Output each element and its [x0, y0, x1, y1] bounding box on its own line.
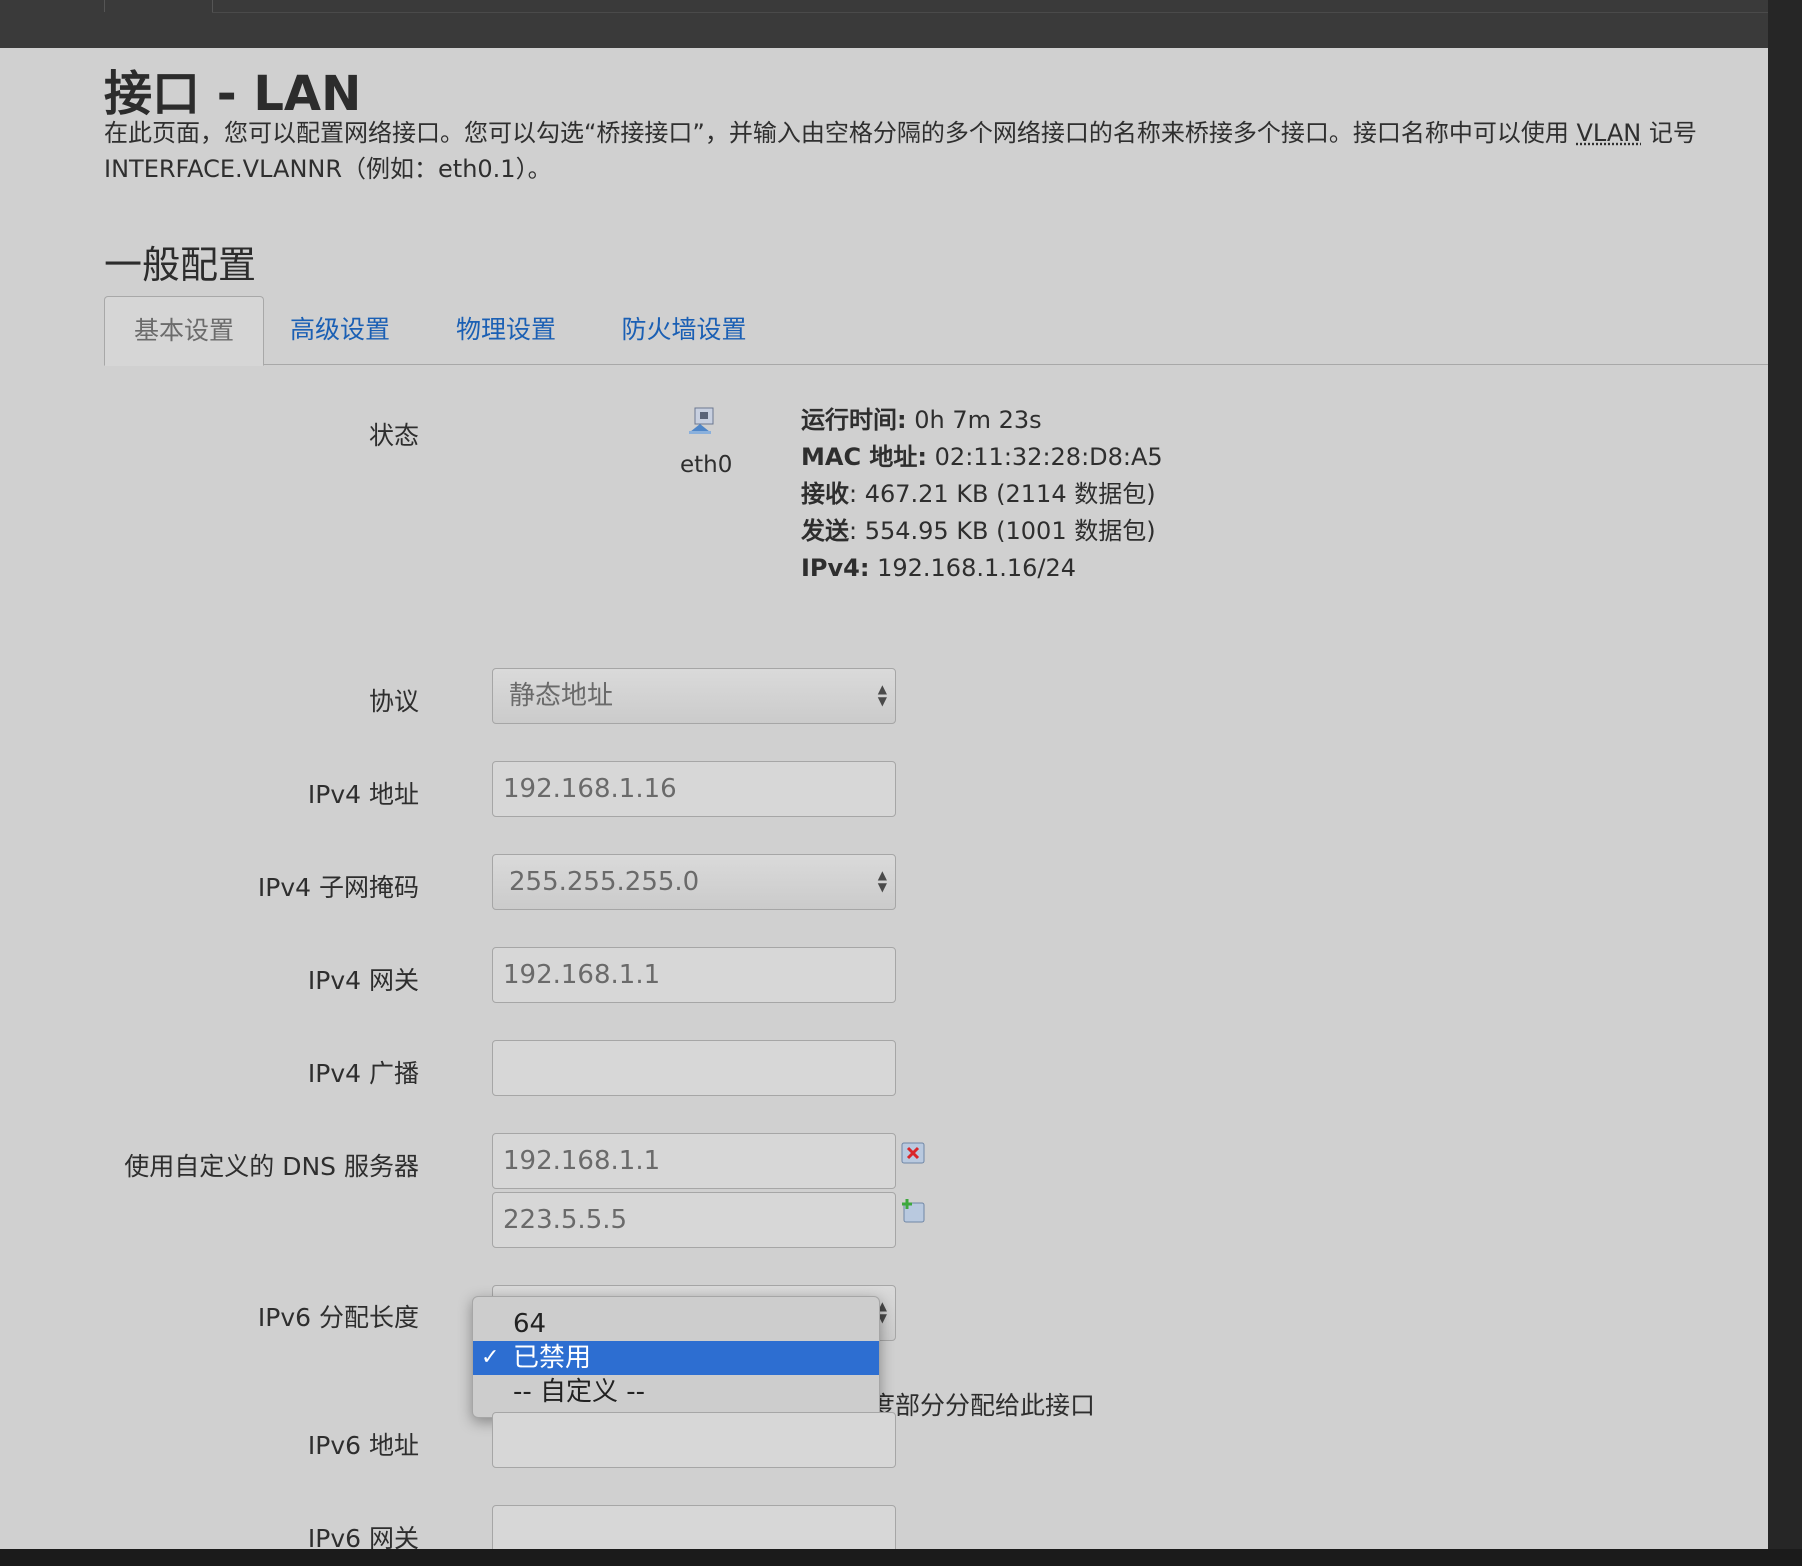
window-edge-shadow	[1768, 0, 1802, 1566]
status-label: 状态	[368, 421, 419, 450]
select-arrows-icon: ▲ ▼	[877, 868, 887, 894]
add-dns-icon[interactable]	[900, 1198, 926, 1224]
ipv6-address-label: IPv6 地址	[307, 1431, 419, 1460]
uptime-value: 0h 7m 23s	[906, 406, 1042, 434]
ipv4-address-input[interactable]: 192.168.1.16	[492, 761, 896, 817]
dropdown-option-64[interactable]: 64	[473, 1307, 879, 1341]
interface-config-page: 接口 - LAN 在此页面，您可以配置网络接口。您可以勾选“桥接接口”，并输入由…	[0, 48, 1768, 1549]
option-label: -- 自定义 --	[513, 1377, 646, 1407]
tx-value: : 554.95 KB (1001 数据包)	[849, 517, 1156, 545]
tab-advanced-settings[interactable]: 高级设置	[270, 296, 410, 364]
page-description: 在此页面，您可以配置网络接口。您可以勾选“桥接接口”，并输入由空格分隔的多个网络…	[104, 115, 1768, 187]
ipv4-status-label: IPv4:	[801, 554, 870, 582]
ipv6-assign-hint: 度部分分配给此接口	[870, 1391, 1096, 1420]
option-label: 64	[513, 1309, 547, 1339]
top-bar-line	[212, 12, 1768, 13]
ipv6-assign-dropdown: 64 ✓ 已禁用 -- 自定义 --	[472, 1296, 880, 1418]
option-label: 已禁用	[513, 1343, 592, 1373]
tx-label: 发送	[801, 517, 849, 545]
rx-label: 接收	[801, 480, 849, 508]
ipv4-netmask-select[interactable]: 255.255.255.0 ▲ ▼	[492, 854, 896, 910]
remove-dns-icon[interactable]	[900, 1140, 926, 1166]
ipv4-gateway-label: IPv4 网关	[307, 966, 419, 995]
interface-name: eth0	[680, 452, 733, 478]
dropdown-option-disabled[interactable]: ✓ 已禁用	[473, 1341, 879, 1375]
tab-basic-settings[interactable]: 基本设置	[104, 296, 264, 366]
ipv6-gateway-input[interactable]	[492, 1505, 896, 1549]
tab-physical-settings[interactable]: 物理设置	[436, 296, 576, 364]
dns-label: 使用自定义的 DNS 服务器	[124, 1152, 419, 1181]
ipv4-address-label: IPv4 地址	[307, 780, 419, 809]
tab-firewall-settings[interactable]: 防火墙设置	[602, 296, 766, 364]
select-arrows-icon: ▲ ▼	[877, 682, 887, 708]
protocol-select[interactable]: 静态地址 ▲ ▼	[492, 668, 896, 724]
ipv6-address-input[interactable]	[492, 1412, 896, 1468]
mac-row: MAC 地址: 02:11:32:28:D8:A5	[801, 439, 1163, 476]
ipv4-netmask-label: IPv4 子网掩码	[257, 873, 419, 902]
section-title: 一般配置	[104, 243, 257, 287]
rx-value: : 467.21 KB (2114 数据包)	[849, 480, 1156, 508]
vlan-abbr: VLAN	[1576, 119, 1642, 147]
ipv6-gateway-label: IPv6 网关	[307, 1524, 419, 1549]
ipv4-broadcast-input[interactable]	[492, 1040, 896, 1096]
mac-value: 02:11:32:28:D8:A5	[927, 443, 1163, 471]
window-bottom-shadow	[0, 1549, 1802, 1566]
page-title: 接口 - LAN	[104, 66, 362, 122]
browser-top-bar	[0, 0, 1768, 48]
netmask-value: 255.255.255.0	[509, 867, 700, 897]
description-text: 在此页面，您可以配置网络接口。您可以勾选“桥接接口”，并输入由空格分隔的多个网络…	[104, 119, 1577, 147]
rx-row: 接收: 467.21 KB (2114 数据包)	[801, 476, 1163, 513]
uptime-row: 运行时间: 0h 7m 23s	[801, 402, 1163, 439]
checkmark-icon: ✓	[481, 1345, 500, 1370]
ipv4-status-value: 192.168.1.16/24	[869, 554, 1077, 582]
protocol-value: 静态地址	[509, 681, 614, 711]
tab-bar: 基本设置 高级设置 物理设置 防火墙设置	[104, 296, 1768, 366]
uptime-label: 运行时间:	[801, 406, 907, 434]
network-port-icon	[689, 407, 714, 434]
ipv4-broadcast-label: IPv4 广播	[307, 1059, 419, 1088]
dns-input-2[interactable]: 223.5.5.5	[492, 1192, 896, 1248]
ipv6-assign-label: IPv6 分配长度	[257, 1303, 419, 1332]
ipv4-row: IPv4: 192.168.1.16/24	[801, 550, 1163, 587]
tx-row: 发送: 554.95 KB (1001 数据包)	[801, 513, 1163, 550]
status-details: 运行时间: 0h 7m 23s MAC 地址: 02:11:32:28:D8:A…	[801, 402, 1163, 587]
dns-input-1[interactable]: 192.168.1.1	[492, 1133, 896, 1189]
dropdown-option-custom[interactable]: -- 自定义 --	[473, 1375, 879, 1409]
ipv4-gateway-input[interactable]: 192.168.1.1	[492, 947, 896, 1003]
top-bar-divider	[212, 0, 213, 12]
protocol-label: 协议	[368, 687, 419, 716]
top-bar-divider	[104, 0, 105, 12]
mac-label: MAC 地址:	[801, 443, 928, 471]
